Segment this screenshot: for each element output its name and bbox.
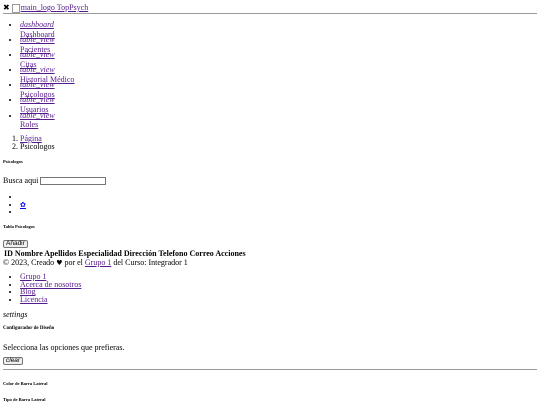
search-input[interactable] [40, 176, 107, 185]
sidebar-item-label: Roles [20, 120, 39, 130]
page-title: Psicologos [3, 159, 23, 164]
footer-link-item[interactable]: Grupo 1 [20, 272, 81, 281]
table-view-icon: table_view [20, 50, 55, 60]
table-view-icon: table_view [20, 35, 55, 45]
breadcrumb: Página Psicologos [9, 134, 55, 151]
clear-button[interactable]: clear [3, 357, 24, 365]
footer-link-item[interactable]: Acerca de nosotros [20, 280, 81, 289]
configurator-subtitle: Selecciona las opciones que prefieras. [3, 343, 125, 352]
footer-group-link[interactable]: Grupo 1 [85, 258, 111, 267]
logo-image [11, 3, 20, 13]
footer-link-licencia[interactable]: Licencia [20, 295, 48, 304]
sidebar-nav: dashboard Dashboard table_view Pacientes… [9, 20, 220, 130]
footer-link-item[interactable]: Licencia [20, 295, 81, 304]
configurator-divider [3, 369, 537, 370]
sidebar-item-citas[interactable]: table_view Citas [20, 50, 220, 69]
topbar-divider [3, 13, 537, 14]
sidebar-color-heading: Color de Barra Lateral [3, 381, 48, 386]
footer-copyright: © 2023, Creado ♥ por el Grupo 1 del Curs… [3, 258, 188, 268]
navbar-item-empty[interactable] [20, 192, 26, 200]
configurator-title: Configurador de Diseño [3, 326, 55, 331]
navbar-icon-list: ✿ [9, 192, 26, 215]
sidebar-type-heading: Tipo de Barra Lateral [3, 397, 46, 402]
add-button[interactable]: Añadir [3, 240, 28, 248]
sidebar-item-roles[interactable]: table_view Roles [20, 111, 220, 130]
dashboard-icon: dashboard [20, 20, 54, 29]
brand-link[interactable]: main_logo TopPsych [11, 3, 89, 13]
search-bar: Busca aqui [3, 176, 107, 186]
gear-icon[interactable]: ✿ [20, 201, 26, 209]
breadcrumb-item-current: Psicologos [20, 142, 55, 151]
footer-por-el: por el [64, 258, 83, 267]
table-view-icon: table_view [20, 80, 55, 90]
table-view-icon: table_view [20, 95, 55, 105]
footer-prefix: © 2023, Creado [3, 258, 55, 267]
sidebar-link-roles[interactable]: table_view Roles [20, 111, 220, 130]
footer-links: Grupo 1 Acerca de nosotros Blog Licencia [9, 272, 81, 304]
heart-icon: ♥ [56, 259, 63, 267]
breadcrumb-item[interactable]: Página [20, 134, 55, 143]
close-icon[interactable]: ✖ [3, 3, 10, 12]
navbar-item-settings[interactable]: ✿ [20, 200, 26, 208]
table-view-icon: table_view [20, 65, 55, 75]
brand-name: TopPsych [56, 3, 89, 12]
sidebar-item-historial-medico[interactable]: table_view Historial Médico [20, 65, 220, 84]
sidebar-item-dashboard[interactable]: dashboard Dashboard [20, 20, 220, 39]
topbar: ✖ main_logo TopPsych [3, 3, 88, 13]
sidebar-item-usuarios[interactable]: table_view Usuarios [20, 95, 220, 114]
logo-alt-text: main_logo [20, 3, 55, 12]
table-view-icon: table_view [20, 110, 55, 120]
table-title: Tabla Psicologos [3, 224, 35, 229]
sidebar-item-pacientes[interactable]: table_view Pacientes [20, 35, 220, 54]
search-label: Busca aqui [3, 176, 39, 185]
settings-icon[interactable]: settings [3, 310, 27, 320]
footer-suffix: del Curso: Integrador 1 [113, 258, 188, 267]
sidebar-item-psicologos[interactable]: table_view Psicologos [20, 80, 220, 99]
